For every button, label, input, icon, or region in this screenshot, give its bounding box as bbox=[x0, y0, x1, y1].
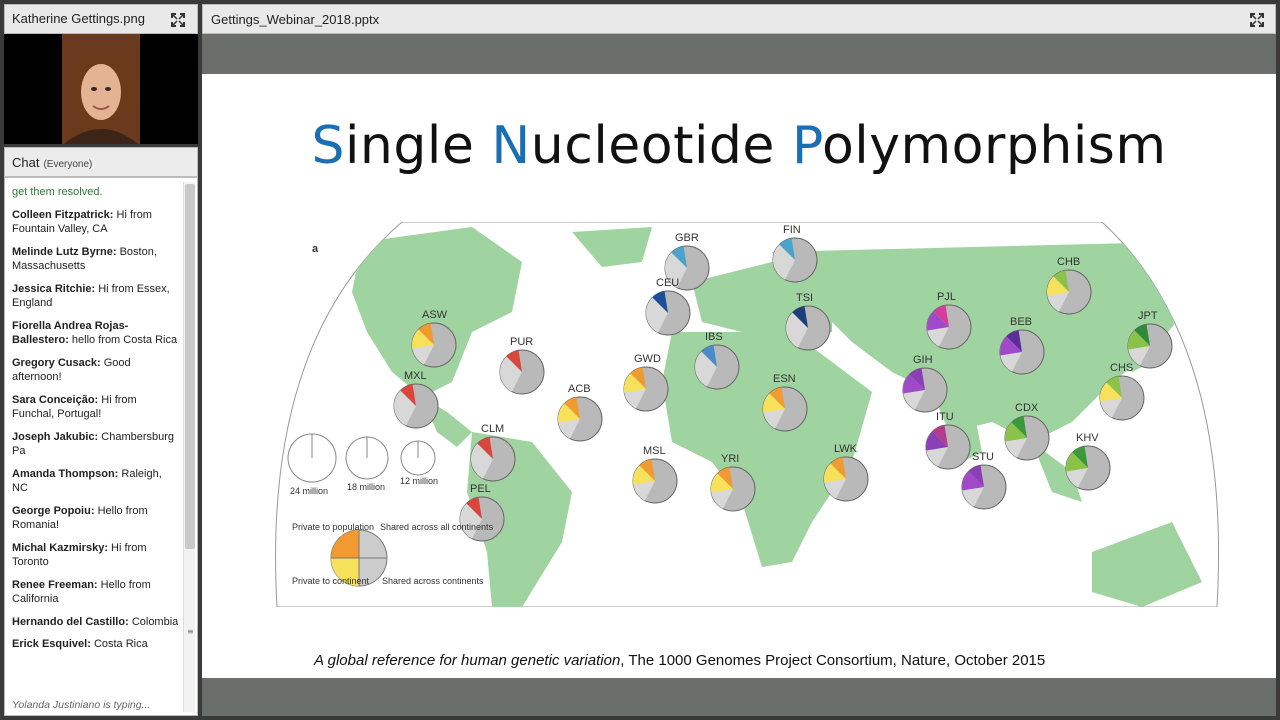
pop-label: ITU bbox=[936, 411, 954, 423]
chat-pod-header: Chat (Everyone) bbox=[4, 147, 198, 177]
pop-label: MSL bbox=[643, 445, 666, 457]
pop-label: PJL bbox=[937, 291, 956, 303]
legend-shared-continents: Shared across continents bbox=[382, 576, 484, 586]
pop-label: CEU bbox=[656, 277, 679, 289]
chat-message: Michal Kazmirsky: Hi from Toronto bbox=[12, 541, 147, 569]
pop-label: GIH bbox=[913, 354, 933, 366]
presenter-pod-header: Katherine Gettings.png bbox=[4, 4, 198, 34]
chat-scrollbar-thumb[interactable] bbox=[185, 184, 195, 549]
pop-label: KHV bbox=[1076, 432, 1099, 444]
pop-label: PEL bbox=[470, 483, 491, 495]
slide: Single Nucleotide Polymorphism a ASW PUR bbox=[202, 74, 1276, 678]
pop-label: FIN bbox=[783, 224, 801, 236]
slide-caption: A global reference for human genetic var… bbox=[314, 652, 1046, 669]
pop-label: YRI bbox=[721, 453, 739, 465]
pop-label: IBS bbox=[705, 331, 723, 343]
chat-message: Colleen Fitzpatrick: Hi from Fountain Va… bbox=[12, 208, 152, 236]
chat-message: Gregory Cusack: Good afternoon! bbox=[12, 356, 131, 384]
fullscreen-icon[interactable] bbox=[1248, 11, 1266, 29]
left-panel: Katherine Gettings.png Chat (Everyone) ge… bbox=[4, 4, 198, 716]
chat-message: Hernando del Castillo: Colombia bbox=[12, 615, 179, 628]
presenter-pod-title: Katherine Gettings.png bbox=[12, 11, 145, 26]
chat-scope: (Everyone) bbox=[43, 159, 93, 170]
chat-message: Fiorella Andrea Rojas-Ballestero: hello … bbox=[12, 319, 178, 347]
legend-private-population: Private to population bbox=[292, 522, 374, 532]
chat-message: Erick Esquivel: Costa Rica bbox=[12, 638, 148, 650]
chat-message: Melinde Lutz Byrne: Boston, Massachusett… bbox=[12, 245, 157, 273]
presenter-video bbox=[4, 34, 198, 144]
pop-label: LWK bbox=[834, 443, 858, 455]
scale-label: 12 million bbox=[400, 476, 438, 486]
presenter-image bbox=[4, 34, 198, 144]
chat-message: Joseph Jakubic: Chambersburg Pa bbox=[12, 430, 175, 458]
panel-label: a bbox=[312, 243, 319, 255]
chat-scrollbar[interactable]: ≡ bbox=[183, 182, 195, 712]
pop-label: CHB bbox=[1057, 256, 1080, 268]
chat-list: get them resolved. Colleen Fitzpatrick: … bbox=[12, 185, 180, 660]
chat-message: Jessica Ritchie: Hi from Essex, England bbox=[12, 282, 170, 310]
chat-messages[interactable]: get them resolved. Colleen Fitzpatrick: … bbox=[4, 177, 198, 716]
world-map-figure: a ASW PUR ACB MXL CLM PEL GBR CEU FIN IBS TSI GWD ES… bbox=[275, 222, 1220, 607]
scale-label: 24 million bbox=[290, 486, 328, 496]
legend-shared-all: Shared across all continents bbox=[380, 522, 494, 532]
pop-label: ACB bbox=[568, 383, 591, 395]
chat-message: Renee Freeman: Hello from California bbox=[12, 578, 151, 606]
slide-title: Single Nucleotide Polymorphism bbox=[311, 116, 1167, 176]
legend-private-continent: Private to continent bbox=[292, 576, 370, 586]
share-pod-header: Gettings_Webinar_2018.pptx bbox=[202, 4, 1276, 34]
pop-label: BEB bbox=[1010, 316, 1032, 328]
pop-label: CLM bbox=[481, 423, 504, 435]
pop-label: TSI bbox=[796, 292, 813, 304]
pop-label: GWD bbox=[634, 353, 661, 365]
pop-label: CHS bbox=[1110, 362, 1133, 374]
pop-label: JPT bbox=[1138, 310, 1158, 322]
pop-label: PUR bbox=[510, 336, 533, 348]
chat-partial-message: get them resolved. bbox=[12, 186, 103, 198]
grip-icon: ≡ bbox=[187, 627, 194, 636]
pop-label: GBR bbox=[675, 232, 699, 244]
share-pod: Gettings_Webinar_2018.pptx Single Nucleo… bbox=[202, 4, 1276, 716]
scale-label: 18 million bbox=[347, 482, 385, 492]
pop-label: MXL bbox=[404, 370, 427, 382]
pop-label: STU bbox=[972, 451, 994, 463]
pop-label: ASW bbox=[422, 309, 448, 321]
chat-title: Chat (Everyone) bbox=[12, 155, 93, 170]
fullscreen-icon[interactable] bbox=[169, 11, 187, 29]
chat-message: Amanda Thompson: Raleigh, NC bbox=[12, 467, 162, 495]
share-pod-title: Gettings_Webinar_2018.pptx bbox=[211, 12, 380, 27]
pop-label: CDX bbox=[1015, 402, 1039, 414]
typing-indicator: Yolanda Justiniano is typing... bbox=[12, 699, 151, 711]
pop-label: ESN bbox=[773, 373, 796, 385]
chat-message: George Popoiu: Hello from Romania! bbox=[12, 504, 148, 532]
chat-message: Sara Conceição: Hi from Funchal, Portuga… bbox=[12, 393, 137, 421]
